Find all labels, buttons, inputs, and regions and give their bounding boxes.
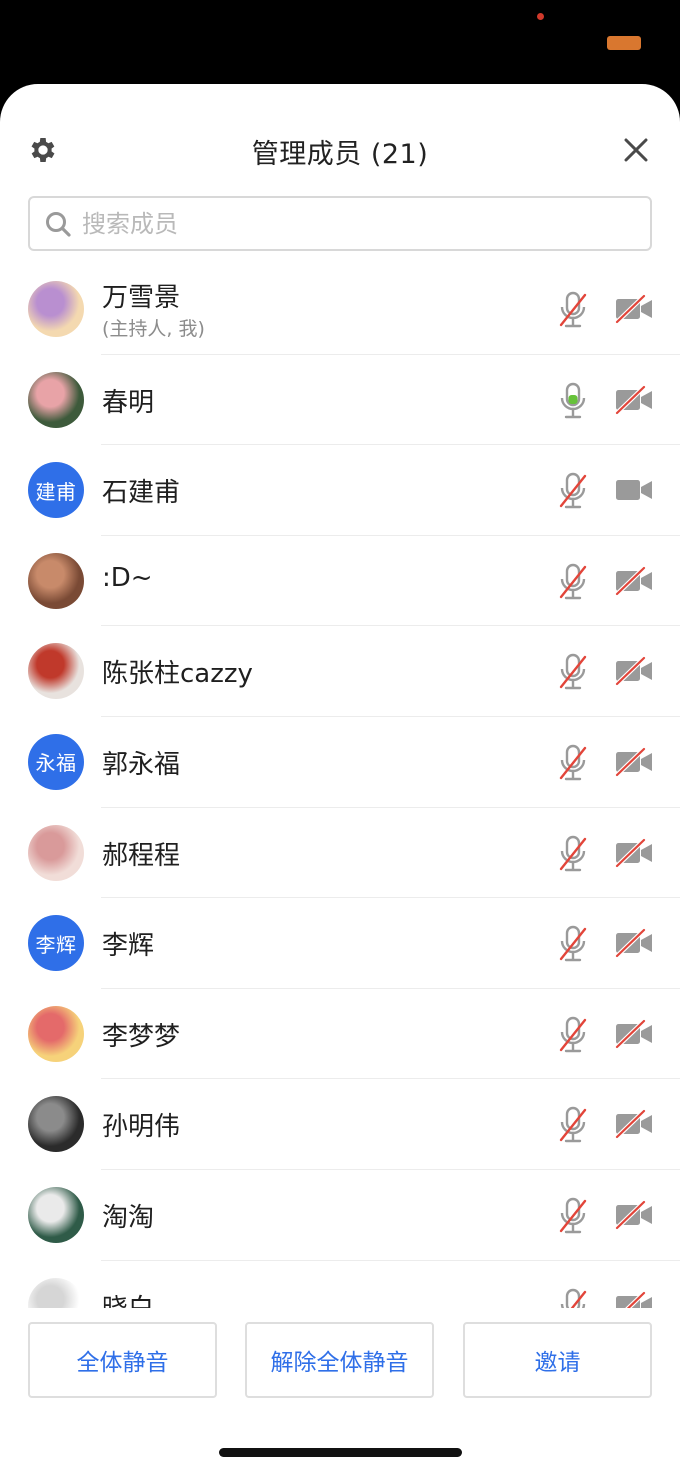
camera-off-icon[interactable] [614, 655, 654, 687]
camera-off-icon[interactable] [614, 384, 654, 416]
member-row[interactable]: 陈张柱cazzy [0, 626, 680, 717]
mic-muted-icon[interactable] [556, 471, 590, 511]
member-row[interactable]: :D~ [0, 536, 680, 627]
invite-button[interactable]: 邀请 [463, 1322, 652, 1398]
mic-muted-icon[interactable] [556, 1015, 590, 1055]
avatar: 建甫 [28, 462, 84, 519]
footer-actions: 全体静音 解除全体静音 邀请 [0, 1308, 680, 1472]
manage-members-sheet: 管理成员 (21) 万雪景 (主持人, 我) 春明建甫石建甫 :D~ 陈张柱cazzy 永… [0, 84, 680, 1472]
mute-all-button[interactable]: 全体静音 [28, 1322, 217, 1398]
avatar [28, 281, 84, 337]
member-row[interactable]: 建甫 石建甫 [0, 445, 680, 536]
search-input[interactable] [82, 209, 602, 238]
home-indicator [219, 1448, 462, 1457]
member-row[interactable]: 春明 [0, 355, 680, 446]
status-indicator-dot [537, 13, 544, 20]
camera-off-icon[interactable] [614, 927, 654, 959]
battery-indicator [607, 36, 641, 50]
avatar [28, 552, 84, 609]
sheet-header: 管理成员 (21) [0, 84, 680, 251]
member-name: 万雪景 [102, 283, 181, 313]
camera-off-icon[interactable] [614, 293, 654, 325]
unmute-all-button[interactable]: 解除全体静音 [245, 1322, 434, 1398]
mic-muted-icon[interactable] [556, 743, 590, 783]
member-row[interactable]: 万雪景 (主持人, 我) [0, 264, 680, 355]
avatar: 李辉 [28, 915, 84, 972]
member-row[interactable]: 孙明伟 [0, 1079, 680, 1170]
avatar [28, 1005, 84, 1062]
member-row[interactable]: 李梦梦 [0, 989, 680, 1080]
member-name: 淘淘 [102, 1202, 155, 1233]
member-row[interactable]: 淘淘 [0, 1170, 680, 1261]
avatar [28, 1096, 84, 1153]
avatar [28, 1186, 84, 1243]
member-row[interactable]: 永福 郭永福 [0, 717, 680, 808]
avatar [28, 1277, 84, 1308]
avatar [28, 371, 84, 428]
avatar [28, 643, 84, 700]
avatar: 永福 [28, 733, 84, 790]
avatar [28, 824, 84, 881]
member-name: :D~ [102, 562, 153, 593]
member-row[interactable]: 郝程程 [0, 808, 680, 899]
mic-icon[interactable] [556, 381, 590, 421]
camera-off-icon[interactable] [614, 837, 654, 869]
mic-muted-icon[interactable] [556, 924, 590, 964]
member-name: 李梦梦 [102, 1021, 181, 1052]
camera-off-icon[interactable] [614, 565, 654, 597]
page-title: 管理成员 (21) [251, 139, 429, 170]
close-icon[interactable] [620, 134, 652, 166]
member-name: 陈张柱cazzy [102, 659, 253, 690]
camera-off-icon[interactable] [614, 746, 654, 778]
mic-muted-icon[interactable] [556, 834, 590, 874]
camera-off-icon[interactable] [614, 1199, 654, 1231]
member-name: 晓白 [102, 1288, 154, 1308]
member-name: 春明 [102, 387, 155, 418]
camera-off-icon[interactable] [614, 1018, 654, 1050]
member-role: (主持人, 我) [102, 318, 205, 340]
member-row[interactable]: 李辉 李辉 [0, 898, 680, 989]
camera-icon[interactable] [614, 474, 654, 506]
camera-off-icon[interactable] [614, 1108, 654, 1140]
mic-muted-icon[interactable] [556, 652, 590, 692]
member-name: 石建甫 [102, 478, 181, 509]
member-list: 万雪景 (主持人, 我) 春明 建甫 石建甫:D~ 陈张柱cazzy 永福 郭永福 郝程程 李辉李… [0, 264, 680, 1308]
mic-muted-icon[interactable] [556, 290, 590, 330]
mic-muted-icon[interactable] [556, 1196, 590, 1236]
mic-muted-icon[interactable] [556, 1287, 590, 1308]
member-name: 郝程程 [102, 840, 181, 871]
mic-muted-icon[interactable] [556, 1105, 590, 1145]
mic-muted-icon[interactable] [556, 562, 590, 602]
member-row[interactable]: 晓白 [0, 1261, 680, 1308]
member-name: 郭永福 [102, 749, 181, 780]
member-name: 李辉 [102, 931, 155, 962]
camera-off-icon[interactable] [614, 1290, 654, 1308]
search-field[interactable] [28, 196, 652, 251]
search-icon [46, 211, 71, 237]
member-name: 孙明伟 [102, 1112, 181, 1143]
